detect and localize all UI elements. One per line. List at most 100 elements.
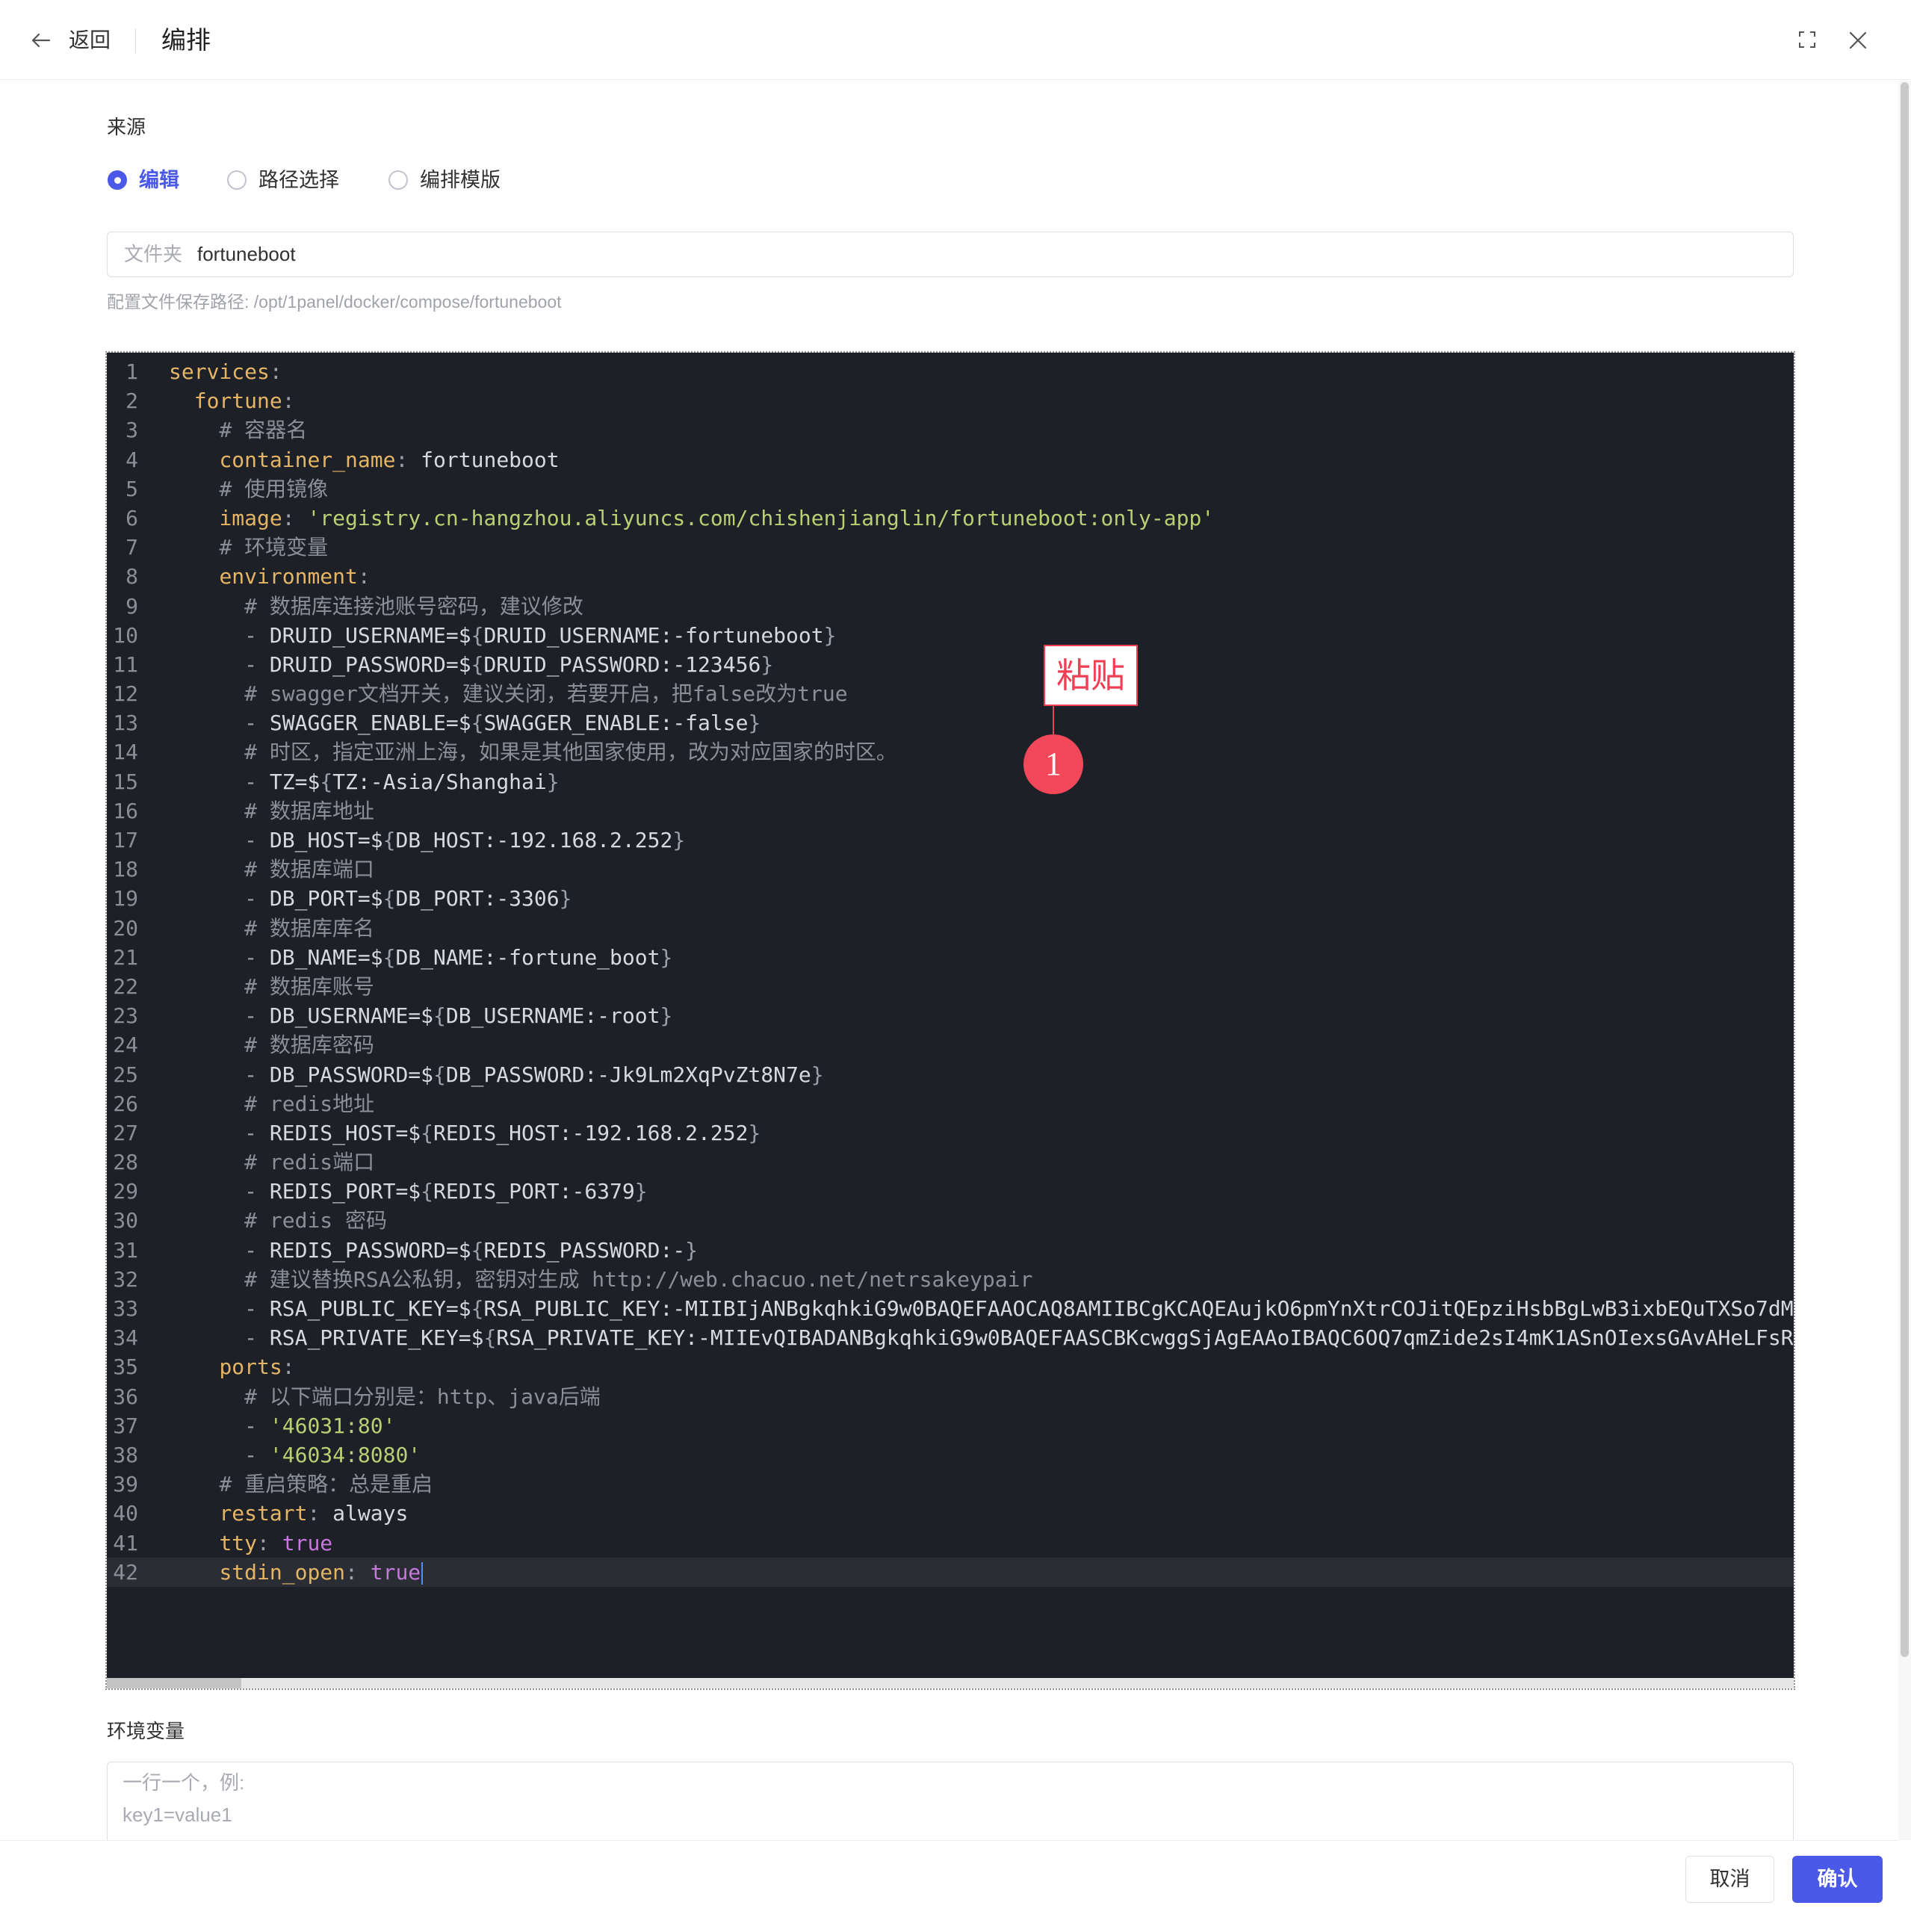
code-text: restart: always bbox=[169, 1501, 408, 1526]
yaml-punct: { bbox=[471, 1296, 484, 1321]
code-line[interactable]: 33 - RSA_PUBLIC_KEY=${RSA_PUBLIC_KEY:-MI… bbox=[107, 1294, 1794, 1323]
source-label: 来源 bbox=[107, 116, 146, 138]
radio-compose-template-label[interactable]: 编排模版 bbox=[420, 168, 501, 192]
code-line[interactable]: 2 fortune: bbox=[107, 386, 1794, 415]
yaml-punct: { bbox=[471, 622, 484, 648]
yaml-comment: # 数据库连接池账号密码，建议修改 bbox=[244, 593, 583, 619]
yaml-plain: RSA_PRIVATE_KEY:-MIIEvQIBADANBgkqhkiG9w0… bbox=[496, 1325, 1794, 1351]
code-text: # 数据库地址 bbox=[169, 799, 374, 823]
line-number: 11 bbox=[113, 651, 138, 677]
code-line[interactable]: 35 ports: bbox=[107, 1352, 1794, 1381]
yaml-ws bbox=[169, 1414, 244, 1438]
page-scrollbar-thumb[interactable] bbox=[1901, 82, 1909, 1657]
code-line[interactable]: 42 stdin_open: true bbox=[107, 1557, 1794, 1587]
code-line[interactable]: 40 restart: always bbox=[107, 1499, 1794, 1528]
code-line[interactable]: 13 - SWAGGER_ENABLE=${SWAGGER_ENABLE:-fa… bbox=[107, 708, 1794, 737]
fullscreen-icon[interactable] bbox=[1797, 30, 1817, 49]
code-line[interactable]: 1 services: bbox=[107, 357, 1794, 386]
arrow-left-icon[interactable] bbox=[31, 31, 51, 50]
code-text: # 重启策略：总是重启 bbox=[169, 1472, 433, 1496]
code-line[interactable]: 16 # 数据库地址 bbox=[107, 796, 1794, 826]
yaml-punct: { bbox=[382, 886, 396, 911]
yaml-punct: - bbox=[244, 769, 270, 794]
folder-input-wrapper: 文件夹 bbox=[107, 232, 1794, 277]
code-line[interactable]: 29 - REDIS_PORT=${REDIS_PORT:-6379} bbox=[107, 1177, 1794, 1206]
code-line[interactable]: 4 container_name: fortuneboot bbox=[107, 445, 1794, 474]
radio-path-select-label[interactable]: 路径选择 bbox=[258, 168, 339, 192]
editor-hscrollbar-thumb[interactable] bbox=[107, 1678, 241, 1688]
code-line[interactable]: 21 - DB_NAME=${DB_NAME:-fortune_boot} bbox=[107, 943, 1794, 972]
line-number: 26 bbox=[113, 1091, 138, 1116]
annotation-step-badge: 1 bbox=[1023, 734, 1083, 794]
yaml-plain: DB_PASSWORD:-Jk9Lm2XqPvZt8N7e bbox=[445, 1062, 811, 1087]
close-icon[interactable] bbox=[1847, 30, 1868, 51]
code-line[interactable]: 12 # swagger文档开关，建议关闭，若要开启，把false改为true bbox=[107, 679, 1794, 708]
yaml-punct: { bbox=[382, 944, 396, 970]
code-line[interactable]: 39 # 重启策略：总是重启 bbox=[107, 1470, 1794, 1499]
code-line[interactable]: 17 - DB_HOST=${DB_HOST:-192.168.2.252} bbox=[107, 826, 1794, 855]
yaml-punct: - bbox=[244, 828, 270, 852]
code-line[interactable]: 36 # 以下端口分别是：http、java后端 bbox=[107, 1382, 1794, 1411]
folder-input[interactable] bbox=[197, 232, 1766, 276]
code-line[interactable]: 9 # 数据库连接池账号密码，建议修改 bbox=[107, 592, 1794, 621]
line-number: 35 bbox=[113, 1354, 138, 1380]
code-line[interactable]: 11 - DRUID_PASSWORD=${DRUID_PASSWORD:-12… bbox=[107, 650, 1794, 679]
yaml-punct: } bbox=[559, 886, 572, 911]
code-line[interactable]: 32 # 建议替换RSA公私钥，密钥对生成 http://web.chacuo.… bbox=[107, 1265, 1794, 1294]
yaml-punct: { bbox=[320, 769, 333, 794]
code-line[interactable]: 28 # redis端口 bbox=[107, 1148, 1794, 1177]
editor-hscrollbar-track[interactable] bbox=[107, 1678, 1794, 1688]
line-number: 13 bbox=[113, 710, 138, 736]
radio-edit-label[interactable]: 编辑 bbox=[139, 168, 179, 192]
code-line[interactable]: 5 # 使用镜像 bbox=[107, 474, 1794, 504]
yaml-comment: # redis 密码 bbox=[244, 1208, 388, 1233]
code-text: # 数据库账号 bbox=[169, 974, 374, 999]
code-line[interactable]: 3 # 容器名 bbox=[107, 415, 1794, 445]
code-line[interactable]: 38 - '46034:8080' bbox=[107, 1440, 1794, 1470]
code-line[interactable]: 18 # 数据库端口 bbox=[107, 855, 1794, 884]
radio-compose-template[interactable] bbox=[388, 170, 408, 190]
radio-path-select[interactable] bbox=[227, 170, 247, 190]
code-line[interactable]: 27 - REDIS_HOST=${REDIS_HOST:-192.168.2.… bbox=[107, 1118, 1794, 1148]
code-line[interactable]: 23 - DB_USERNAME=${DB_USERNAME:-root} bbox=[107, 1001, 1794, 1030]
line-number: 21 bbox=[113, 944, 138, 970]
yaml-ws bbox=[169, 1179, 244, 1204]
yaml-ws bbox=[270, 1531, 282, 1555]
radio-edit[interactable] bbox=[108, 170, 127, 190]
yaml-ws bbox=[169, 1325, 244, 1350]
yaml-ws bbox=[358, 1560, 371, 1585]
code-line[interactable]: 34 - RSA_PRIVATE_KEY=${RSA_PRIVATE_KEY:-… bbox=[107, 1323, 1794, 1352]
code-line[interactable]: 25 - DB_PASSWORD=${DB_PASSWORD:-Jk9Lm2Xq… bbox=[107, 1060, 1794, 1089]
code-text: tty: true bbox=[169, 1531, 332, 1555]
code-line[interactable]: 10 - DRUID_USERNAME=${DRUID_USERNAME:-fo… bbox=[107, 621, 1794, 650]
yaml-punct: } bbox=[748, 710, 761, 736]
code-line[interactable]: 7 # 环境变量 bbox=[107, 533, 1794, 562]
annotation-label: 粘贴 bbox=[1044, 645, 1138, 706]
code-line[interactable]: 15 - TZ=${TZ:-Asia/Shanghai} bbox=[107, 767, 1794, 796]
code-line[interactable]: 30 # redis 密码 bbox=[107, 1206, 1794, 1235]
code-text: image: 'registry.cn-hangzhou.aliyuncs.co… bbox=[169, 506, 1214, 530]
yaml-ws bbox=[169, 1150, 244, 1174]
back-button[interactable]: 返回 bbox=[69, 27, 111, 54]
code-line[interactable]: 37 - '46031:80' bbox=[107, 1411, 1794, 1440]
code-line[interactable]: 31 - REDIS_PASSWORD=${REDIS_PASSWORD:-} bbox=[107, 1236, 1794, 1265]
code-line[interactable]: 6 image: 'registry.cn-hangzhou.aliyuncs.… bbox=[107, 504, 1794, 533]
code-line[interactable]: 24 # 数据库密码 bbox=[107, 1030, 1794, 1059]
code-lines[interactable]: 1 services: 2 fortune: 3 # 容器名 4 container_n… bbox=[107, 357, 1794, 1587]
code-line[interactable]: 8 environment: bbox=[107, 562, 1794, 591]
confirm-button[interactable]: 确认 bbox=[1792, 1856, 1883, 1903]
yaml-ws bbox=[169, 681, 244, 706]
code-line[interactable]: 26 # redis地址 bbox=[107, 1089, 1794, 1118]
yaml-ws bbox=[169, 535, 219, 560]
code-line[interactable]: 19 - DB_PORT=${DB_PORT:-3306} bbox=[107, 884, 1794, 913]
yaml-ws bbox=[169, 1092, 244, 1116]
code-line[interactable]: 20 # 数据库库名 bbox=[107, 914, 1794, 943]
code-text: - TZ=${TZ:-Asia/Shanghai} bbox=[169, 769, 559, 794]
yaml-ws bbox=[169, 857, 244, 882]
code-line[interactable]: 14 # 时区，指定亚洲上海，如果是其他国家使用，改为对应国家的时区。 bbox=[107, 737, 1794, 767]
code-line[interactable]: 41 tty: true bbox=[107, 1529, 1794, 1558]
cancel-button[interactable]: 取消 bbox=[1685, 1856, 1774, 1903]
yaml-string: 'registry.cn-hangzhou.aliyuncs.com/chish… bbox=[307, 505, 1215, 530]
code-line[interactable]: 22 # 数据库账号 bbox=[107, 972, 1794, 1001]
code-editor[interactable]: 1 services: 2 fortune: 3 # 容器名 4 container_n… bbox=[105, 351, 1795, 1690]
